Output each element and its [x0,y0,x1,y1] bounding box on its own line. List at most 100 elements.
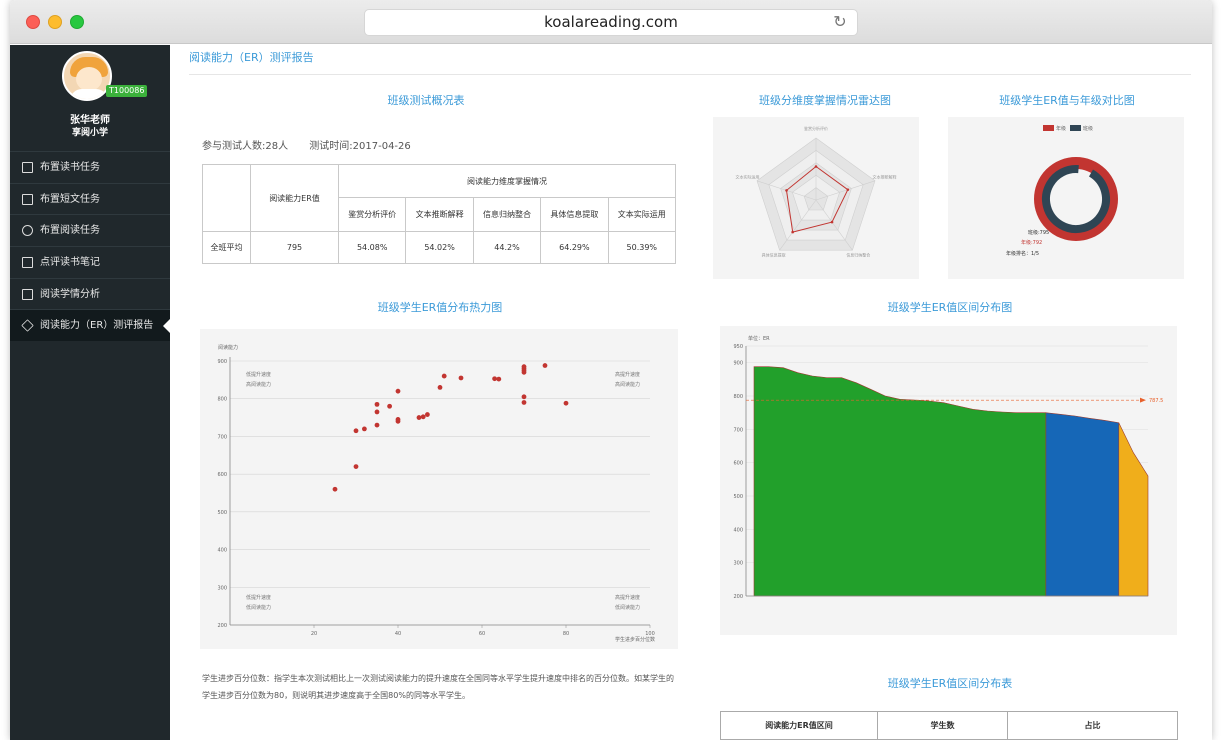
avatar[interactable] [62,51,112,101]
sidebar-item-assign-reading[interactable]: 布置阅读任务 [10,214,170,246]
minimize-window-button[interactable] [48,15,62,29]
divider [189,74,1191,75]
sidebar-item-review-notes[interactable]: 点评读书笔记 [10,246,170,278]
page-title: 阅读能力（ER）测评报告 [189,51,314,64]
note-line-2: 学生进步百分位数为80，则说明其进步速度高于全国80%的同等水平学生。 [202,691,470,700]
scatter-chart: 20030040050060070080090020 40 60 80 100阅读能力学… [217,344,655,643]
scatter-point [521,394,527,400]
sidebar: T100086 张华老师 享阅小学 布置读书任务 布置短文任务 布置阅读任务 点… [10,45,170,740]
scatter-y-tick: 600 [217,472,227,478]
address-bar[interactable]: koalareading.com ↻ [364,9,858,36]
scatter-point [395,388,401,394]
dist-header-count: 学生数 [877,711,1008,740]
quadrant-label-bottom-right: 高提升速度 [615,594,640,601]
donut-chart: 年级 班级 班级:795 年级:792 年级排名：1/5 [1006,125,1118,257]
scatter-point [416,415,422,420]
donut-panel: 年级 班级 班级:795 年级:792 年级排名：1/5 [948,117,1184,279]
scatter-y-tick: 500 [217,510,227,516]
area-reference-arrow [1140,397,1146,403]
test-info: 参与测试人数:28人 测试时间:2017-04-26 [202,137,411,152]
maximize-window-button[interactable] [70,15,84,29]
sidebar-item-label: 布置阅读任务 [40,225,100,237]
radar-point [791,230,794,234]
test-date-label: 测试时间:2017-04-26 [309,141,411,152]
scatter-point [362,426,367,432]
sidebar-item-label: 点评读书笔记 [40,257,100,269]
area-y-tick: 800 [733,394,743,400]
dim-header: 阅读能力维度掌握情况 [338,164,676,198]
scatter-x-tick: 60 [479,631,485,637]
teacher-id-badge: T100086 [106,85,148,97]
sidebar-item-label: 布置短文任务 [40,193,100,205]
scatter-point [441,373,447,379]
scatter-point [395,417,401,422]
sidebar-item-analysis[interactable]: 阅读学情分析 [10,277,170,310]
radar-title: 班级分维度掌握情况雷达图 [759,94,891,107]
participants-label: 参与测试人数:28人 [202,141,289,152]
sidebar-item-assign-short[interactable]: 布置短文任务 [10,182,170,215]
area-chart: 单位：ER 200 300 400 500 600 700 800 900 950 787.5 [733,335,1163,600]
scatter-point [521,400,527,405]
scatter-y-tick: 800 [217,397,227,403]
sidebar-item-er-report[interactable]: 阅读能力（ER）测评报告 [10,309,170,342]
scatter-point [521,364,527,370]
quadrant-label-bottom-left: 低提升速度 [246,594,271,601]
quadrant-label-top-right: 高阅读能力 [615,381,640,388]
browser-titlebar: koalareading.com ↻ [10,0,1212,44]
scatter-x-tick: 40 [395,631,401,637]
table-corner [202,164,251,232]
dim-header-cell: 文本推断解释 [405,197,474,232]
layers-icon [21,319,34,333]
donut-grade-ring [1034,157,1118,241]
scatter-point [458,375,464,381]
scatter-point [374,422,380,428]
dim-header-cell: 信息归纳整合 [472,197,542,232]
area-y-tick: 950 [733,344,743,350]
grid-icon [22,193,33,205]
scatter-point [374,409,380,415]
table-row: 全班平均 795 54.08% 54.02% 44.2% 64.29% 50.3… [202,231,677,264]
area-y-tick: 500 [733,494,743,500]
url-text: koalareading.com [544,13,678,31]
area-series [753,366,1047,597]
distribution-title: 班级学生ER值区间分布表 [887,677,1013,690]
school-name: 享阅小学 [71,128,108,138]
area-y-tick: 300 [733,561,743,567]
radar-axis-label: 鉴赏分析评价 [804,125,828,131]
scatter-y-tick: 700 [217,434,227,440]
scatter-point [353,464,359,469]
scatter-panel: 200 300 400 500 600 700 800 900 20 40 60 80 100 阅读能力学… [200,329,678,649]
dim-header-cell: 文本实际运用 [607,197,677,232]
edit-icon [22,257,33,269]
summary-table: 阅读能力ER值 阅读能力维度掌握情况 鉴赏分析评价 文本推断解释 信息归纳整合 … [202,164,677,264]
sidebar-item-label: 布置读书任务 [40,162,100,173]
radar-panel: 鉴赏分析评价 文本推断解释 信息归纳整合 具体信息提取 文本实际运用 [713,117,919,279]
area-series [1045,412,1120,597]
radar-axis-label: 信息归纳整合 [846,252,870,258]
radar-point [830,220,834,224]
dim-value: 44.2% [472,231,542,264]
sidebar-menu: 布置读书任务 布置短文任务 布置阅读任务 点评读书笔记 阅读学情分析 阅读能力（… [10,151,170,342]
reload-icon[interactable]: ↻ [831,13,849,31]
percentile-note: 学生进步百分位数：指学生本次测试相比上一次测试阅读能力的提升速度在全国同等水平学… [202,670,682,704]
dim-value: 54.02% [405,231,474,264]
close-window-button[interactable] [26,15,40,29]
area-y-label: 单位：ER [748,335,770,342]
scatter-y-tick: 400 [217,548,227,554]
scatter-y-label: 阅读能力 [218,344,238,351]
sidebar-item-assign-book[interactable]: 布置读书任务 [10,151,170,183]
summary-title: 班级测试概况表 [387,94,465,107]
scatter-point [437,385,443,390]
scatter-point [496,376,502,382]
radar-axis-label: 具体信息提取 [762,252,786,258]
scatter-point [332,486,338,492]
legend-label-grade: 年级 [1056,125,1066,132]
dim-value: 50.39% [607,231,677,264]
area-y-tick: 400 [733,527,743,533]
donut-grade-label: 年级:792 [1021,239,1042,246]
er-value: 795 [250,231,339,264]
area-title: 班级学生ER值区间分布图 [887,301,1013,314]
dim-value: 64.29% [540,231,609,264]
dim-header-cell: 具体信息提取 [540,197,609,232]
donut-title: 班级学生ER值与年级对比图 [999,94,1135,107]
